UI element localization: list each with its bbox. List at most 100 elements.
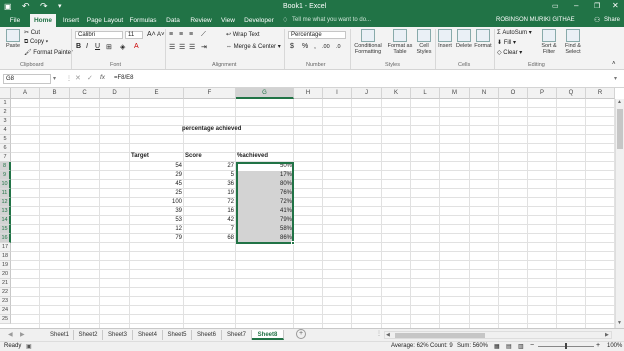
column-header-e[interactable]: E bbox=[130, 88, 184, 99]
cell-achieved[interactable]: 17% bbox=[236, 171, 294, 180]
cell-target[interactable]: 100 bbox=[130, 198, 184, 207]
shrink-font-button[interactable]: A˅ bbox=[157, 32, 165, 38]
save-icon[interactable]: ▣ bbox=[4, 2, 12, 11]
sheet-tab-8[interactable]: Sheet8 bbox=[252, 330, 284, 340]
wrap-text-button[interactable]: ↩ Wrap Text bbox=[226, 31, 260, 38]
column-header-c[interactable]: C bbox=[70, 88, 100, 99]
delete-cells-button[interactable]: Delete bbox=[455, 29, 473, 49]
tab-split-icon[interactable]: ⋮ bbox=[376, 330, 382, 337]
format-painter-button[interactable]: 🖌 Format Painter bbox=[24, 49, 73, 56]
find-select-button[interactable]: Find & Select bbox=[562, 29, 584, 55]
name-box-dropdown-icon[interactable]: ▾ bbox=[53, 75, 56, 82]
row-header-8[interactable]: 8 bbox=[0, 162, 11, 171]
cell-achieved[interactable]: 41% bbox=[236, 207, 294, 216]
insert-cells-button[interactable]: Insert bbox=[437, 29, 453, 49]
indent-icon[interactable]: ⇥ bbox=[201, 43, 207, 51]
add-sheet-button[interactable]: + bbox=[296, 329, 306, 339]
cell-achieved[interactable]: 79% bbox=[236, 216, 294, 225]
ribbon-display-icon[interactable]: ▭ bbox=[552, 2, 559, 10]
tab-review[interactable]: Review bbox=[188, 14, 214, 27]
tab-insert[interactable]: Insert bbox=[60, 14, 82, 27]
cell-target[interactable]: 53 bbox=[130, 216, 184, 225]
row-header-9[interactable]: 9 bbox=[0, 171, 11, 180]
sort-filter-button[interactable]: Sort & Filter bbox=[538, 29, 560, 55]
column-header-m[interactable]: M bbox=[440, 88, 470, 99]
row-header-13[interactable]: 13 bbox=[0, 207, 11, 216]
row-header-15[interactable]: 15 bbox=[0, 225, 11, 234]
zoom-level[interactable]: 100% bbox=[607, 343, 622, 349]
row-header-10[interactable]: 10 bbox=[0, 180, 11, 189]
name-box[interactable]: G8 bbox=[3, 74, 51, 84]
scroll-down-icon[interactable]: ▼ bbox=[617, 320, 622, 326]
tab-page-layout[interactable]: Page Layout bbox=[86, 14, 124, 27]
borders-icon[interactable]: ⊞ bbox=[106, 43, 112, 51]
cell-score[interactable]: 16 bbox=[184, 207, 236, 216]
cell-achieved[interactable]: 76% bbox=[236, 189, 294, 198]
insert-function-icon[interactable]: fx bbox=[100, 74, 105, 81]
column-header-p[interactable]: P bbox=[528, 88, 557, 99]
comma-button[interactable]: , bbox=[314, 43, 316, 50]
row-header-4[interactable]: 4 bbox=[0, 126, 11, 135]
row-header-23[interactable]: 23 bbox=[0, 297, 11, 306]
zoom-in-button[interactable]: + bbox=[596, 342, 600, 349]
horizontal-scroll-thumb[interactable] bbox=[395, 333, 485, 338]
minimize-icon[interactable]: – bbox=[574, 1, 578, 10]
cell-score[interactable]: 27 bbox=[184, 162, 236, 171]
header-target[interactable]: Target bbox=[131, 152, 149, 161]
fill-color-icon[interactable]: ◈ bbox=[120, 43, 125, 51]
row-header-22[interactable]: 22 bbox=[0, 288, 11, 297]
expand-formula-bar-icon[interactable]: ▾ bbox=[614, 75, 617, 82]
page-break-view-icon[interactable]: ▥ bbox=[518, 343, 524, 350]
row-header-2[interactable]: 2 bbox=[0, 108, 11, 117]
number-format-select[interactable]: Percentage bbox=[288, 31, 346, 39]
grow-font-button[interactable]: A˄ bbox=[147, 31, 156, 38]
currency-button[interactable]: $ bbox=[290, 43, 294, 50]
column-header-l[interactable]: L bbox=[411, 88, 440, 99]
cancel-icon[interactable]: ✕ bbox=[75, 74, 81, 82]
row-header-6[interactable]: 6 bbox=[0, 144, 11, 153]
align-left-icon[interactable]: ☰ bbox=[169, 43, 175, 51]
zoom-out-button[interactable]: − bbox=[530, 342, 534, 349]
sheet-tab-2[interactable]: Sheet2 bbox=[74, 330, 103, 340]
scroll-right-icon[interactable]: ▶ bbox=[605, 332, 609, 338]
cell-score[interactable]: 19 bbox=[184, 189, 236, 198]
zoom-slider-thumb[interactable] bbox=[565, 343, 567, 349]
cell-achieved[interactable]: 50% bbox=[236, 162, 294, 171]
cell-score[interactable]: 68 bbox=[184, 234, 236, 243]
cell-target[interactable]: 39 bbox=[130, 207, 184, 216]
cell-target[interactable]: 12 bbox=[130, 225, 184, 234]
sheet-tab-5[interactable]: Sheet5 bbox=[163, 330, 192, 340]
cell-target[interactable]: 54 bbox=[130, 162, 184, 171]
conditional-formatting-button[interactable]: Conditional Formatting bbox=[353, 29, 383, 55]
cell-score[interactable]: 5 bbox=[184, 171, 236, 180]
sheet-tab-4[interactable]: Sheet4 bbox=[133, 330, 163, 340]
share-icon[interactable]: ⚇ bbox=[594, 16, 600, 24]
font-color-icon[interactable]: A bbox=[134, 43, 139, 50]
prev-sheet-icon[interactable]: ◀ bbox=[8, 331, 13, 338]
collapse-ribbon-icon[interactable]: ˄ bbox=[612, 61, 616, 67]
format-cells-button[interactable]: Format bbox=[474, 29, 492, 49]
header-achieved[interactable]: %achieved bbox=[237, 152, 268, 161]
row-header-21[interactable]: 21 bbox=[0, 279, 11, 288]
align-bottom-icon[interactable]: ≡ bbox=[189, 31, 193, 38]
column-header-i[interactable]: I bbox=[323, 88, 352, 99]
column-header-q[interactable]: Q bbox=[557, 88, 586, 99]
cell-score[interactable]: 36 bbox=[184, 180, 236, 189]
restore-icon[interactable]: ❐ bbox=[594, 2, 600, 10]
column-header-d[interactable]: D bbox=[100, 88, 130, 99]
bold-button[interactable]: B bbox=[76, 43, 81, 50]
macro-record-icon[interactable]: ▣ bbox=[26, 343, 32, 350]
clear-button[interactable]: ◇ Clear ▾ bbox=[497, 49, 522, 56]
row-header-1[interactable]: 1 bbox=[0, 99, 11, 108]
cell-score[interactable]: 72 bbox=[184, 198, 236, 207]
row-header-3[interactable]: 3 bbox=[0, 117, 11, 126]
column-header-j[interactable]: J bbox=[352, 88, 382, 99]
tab-data[interactable]: Data bbox=[162, 14, 184, 27]
underline-button[interactable]: U bbox=[95, 43, 100, 50]
fill-button[interactable]: ⬇ Fill ▾ bbox=[497, 39, 516, 46]
column-header-a[interactable]: A bbox=[11, 88, 40, 99]
column-header-n[interactable]: N bbox=[470, 88, 499, 99]
sheet-tab-7[interactable]: Sheet7 bbox=[222, 330, 252, 340]
autosum-button[interactable]: Σ AutoSum ▾ bbox=[497, 29, 532, 36]
row-header-25[interactable]: 25 bbox=[0, 315, 11, 324]
